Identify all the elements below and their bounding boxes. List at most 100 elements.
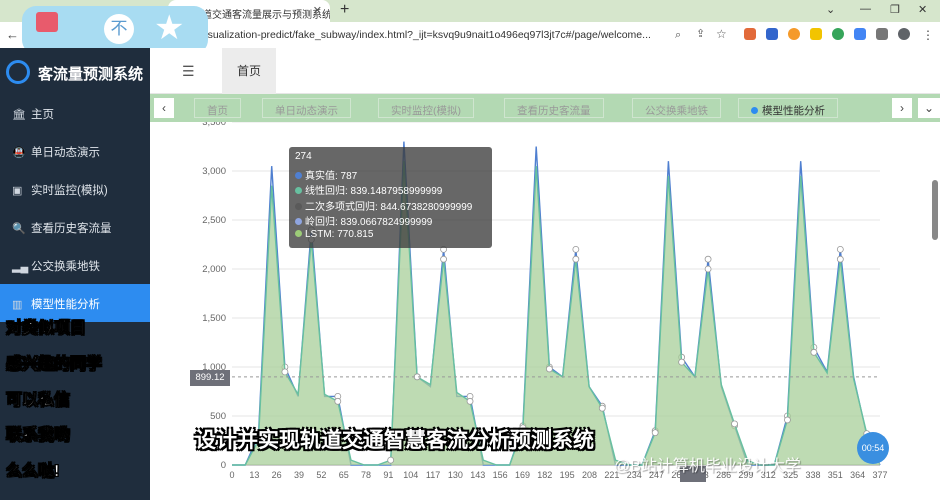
x-tick-label: 182 (537, 470, 552, 480)
overlay-caption: 感兴趣的同学 (6, 356, 103, 374)
star-icon[interactable]: ★ (154, 8, 184, 48)
tooltip-row: 二次多项式回归: 844.6738280999999 (295, 198, 486, 214)
overlay-caption: 对类似项目 (6, 320, 87, 338)
x-tick-label: 364 (850, 470, 865, 480)
overlay-caption: 可以私信 (6, 392, 71, 410)
x-tick-label: 377 (872, 470, 887, 480)
logo-icon (6, 60, 30, 84)
y-axis-pointer-label: 899.12 (190, 370, 230, 386)
sidebar-item-history[interactable]: 🔍 查看历史客流量 (0, 208, 150, 246)
extension-icon[interactable] (854, 28, 866, 40)
sidebar-item-transfer[interactable]: ▂▄ 公交换乘地铁 (0, 246, 150, 284)
sidebar-item-label: 模型性能分析 (31, 299, 100, 311)
x-tick-label: 78 (361, 470, 371, 480)
data-point[interactable] (598, 404, 606, 412)
y-tick-label: 3,000 (202, 166, 226, 177)
train-icon: 🚇 (12, 147, 26, 159)
data-point[interactable] (704, 265, 712, 273)
overlay-caption: 么么哒! (6, 463, 60, 481)
thumbs-up-icon[interactable] (36, 12, 58, 32)
x-tick-label: 169 (515, 470, 530, 480)
y-tick-label: 2,500 (202, 215, 226, 226)
profile-icon[interactable] (898, 28, 910, 40)
y-tick-label: 2,000 (202, 264, 226, 275)
sidebar-item-monitor[interactable]: ▣ 实时监控(模拟) (0, 170, 150, 208)
scrollbar[interactable] (932, 180, 938, 240)
extension-icon[interactable] (788, 28, 800, 40)
data-point[interactable] (678, 358, 686, 366)
data-point[interactable] (810, 348, 818, 356)
legend-dot-icon (295, 187, 302, 194)
sidebar-item-daily-demo[interactable]: 🚇 单日动态演示 (0, 132, 150, 170)
bookmark-star-icon[interactable]: ☆ (716, 27, 728, 41)
sidebar-item-home[interactable]: 🏛 主页 (0, 94, 150, 132)
extension-icon[interactable] (766, 28, 778, 40)
data-point[interactable] (466, 397, 474, 405)
x-tick-label: 351 (828, 470, 843, 480)
x-tick-label: 91 (383, 470, 393, 480)
overlay-caption: 联系我哟 (6, 427, 71, 445)
bar-chart-icon: ▥ (12, 299, 23, 311)
tags-dropdown-icon[interactable]: ⌄ (918, 98, 940, 118)
extension-icon[interactable] (744, 28, 756, 40)
menu-toggle-icon[interactable]: ☰ (182, 63, 195, 80)
data-point[interactable] (440, 255, 447, 263)
y-tick-label: 1,500 (202, 313, 226, 324)
tooltip-row-label: LSTM: 770.815 (305, 228, 374, 240)
x-tick-label: 0 (229, 470, 234, 480)
sidebar-item-label: 单日动态演示 (31, 147, 100, 159)
tags-scroll-left-icon[interactable]: ‹ (154, 98, 174, 118)
x-tick-label: 65 (339, 470, 349, 480)
tooltip-row-label: 二次多项式回归: 844.6738280999999 (305, 201, 473, 213)
sidebar-item-label: 实时监控(模拟) (31, 185, 108, 197)
monitor-icon: ▣ (12, 185, 23, 197)
back-arrow-icon[interactable]: ← (6, 27, 19, 42)
share-icon[interactable]: ⇪ (696, 27, 708, 40)
overlay-title-caption: 设计并实现轨道交通智慧客流分析预测系统 (195, 429, 594, 452)
tag-home[interactable]: 首页 (194, 98, 241, 118)
new-tab-icon[interactable]: + (340, 1, 349, 19)
data-point[interactable] (387, 456, 395, 464)
video-timer: 00:54 (857, 432, 889, 464)
data-point[interactable] (836, 255, 844, 263)
x-tick-label: 338 (805, 470, 820, 480)
data-point[interactable] (281, 368, 289, 376)
url-field[interactable]: visualization-predict/fake_subway/index.… (200, 26, 720, 44)
x-tick-label: 195 (560, 470, 575, 480)
x-tick-label: 208 (582, 470, 597, 480)
tag-transfer[interactable]: 公交换乘地铁 (632, 98, 721, 118)
extension-icon[interactable] (832, 28, 844, 40)
data-point[interactable] (545, 365, 553, 373)
data-point[interactable] (704, 255, 712, 263)
extension-icon[interactable] (810, 28, 822, 40)
data-point[interactable] (572, 246, 580, 253)
data-point[interactable] (572, 255, 580, 263)
tag-history[interactable]: 查看历史客流量 (504, 98, 604, 118)
puzzle-icon[interactable] (876, 28, 888, 40)
more-menu-icon[interactable]: ⋮ (922, 28, 934, 42)
sidebar-item-label: 公交换乘地铁 (31, 261, 100, 273)
overlay-circle-icon[interactable]: 不 (104, 14, 134, 44)
tag-monitor[interactable]: 实时监控(模拟) (378, 98, 474, 118)
data-point[interactable] (334, 397, 342, 405)
minimize-icon[interactable]: — (860, 3, 871, 15)
tag-model-analysis[interactable]: 模型性能分析 (738, 98, 838, 118)
chart-tooltip: 274 真实值: 787 线性回归: 839.1487958999999 二次多… (289, 147, 492, 248)
data-point[interactable] (836, 246, 844, 253)
close-window-icon[interactable]: ✕ (918, 3, 927, 16)
tooltip-row: LSTM: 770.815 (295, 229, 486, 245)
header-home-link[interactable]: 首页 (222, 48, 276, 94)
zoom-icon[interactable]: ⌕ (675, 29, 687, 41)
bank-icon: 🏛 (12, 109, 26, 121)
data-point[interactable] (731, 420, 738, 428)
data-point[interactable] (784, 416, 791, 424)
tags-scroll-right-icon[interactable]: › (892, 98, 912, 118)
chevron-down-icon[interactable]: ⌄ (826, 3, 835, 16)
y-tick-label: 3,500 (202, 122, 226, 128)
close-tab-icon[interactable]: ✕ (313, 4, 322, 17)
tooltip-row: 岭回归: 839.0667824999999 (295, 213, 486, 229)
browser-tab-title: 道交通客流量展示与预测系统 (202, 10, 330, 21)
data-point[interactable] (651, 429, 659, 437)
restore-icon[interactable]: ❐ (890, 3, 900, 16)
tag-daily-demo[interactable]: 单日动态演示 (262, 98, 351, 118)
